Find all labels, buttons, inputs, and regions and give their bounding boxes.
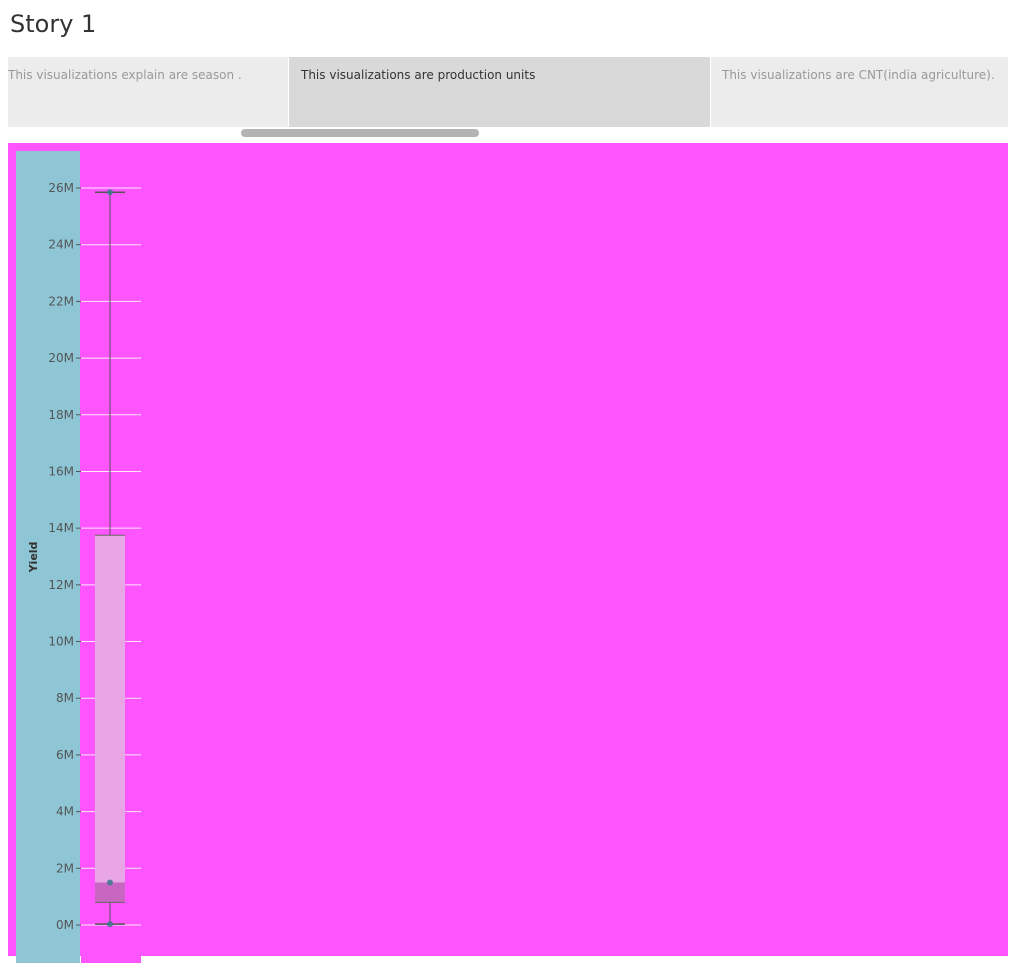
y-tick-label: 2M xyxy=(56,861,74,875)
data-point xyxy=(107,189,113,196)
box-plot-chart: Yield 0M 2M 4M 6M 8M 10M 12M 14M 16M 18M 20M 22M 24M… xyxy=(27,181,141,932)
y-tick-label: 10M xyxy=(48,635,74,649)
y-tick-label: 8M xyxy=(56,691,74,705)
y-tick-label: 20M xyxy=(48,351,74,365)
y-tick-label: 6M xyxy=(56,748,74,762)
y-axis-title: Yield xyxy=(27,542,40,574)
y-tick-label: 24M xyxy=(48,238,74,252)
box-upper-half xyxy=(95,535,125,883)
y-tick-label: 18M xyxy=(48,408,74,422)
y-tick-label: 26M xyxy=(48,181,74,195)
y-tick-label: 14M xyxy=(48,521,74,535)
y-tick-label: 0M xyxy=(56,918,74,932)
y-tick-label: 22M xyxy=(48,294,74,308)
y-tick-label: 4M xyxy=(56,805,74,819)
y-tick-label: 16M xyxy=(48,464,74,478)
data-point xyxy=(107,879,113,886)
data-point xyxy=(107,921,113,928)
y-tick-label: 12M xyxy=(48,578,74,592)
